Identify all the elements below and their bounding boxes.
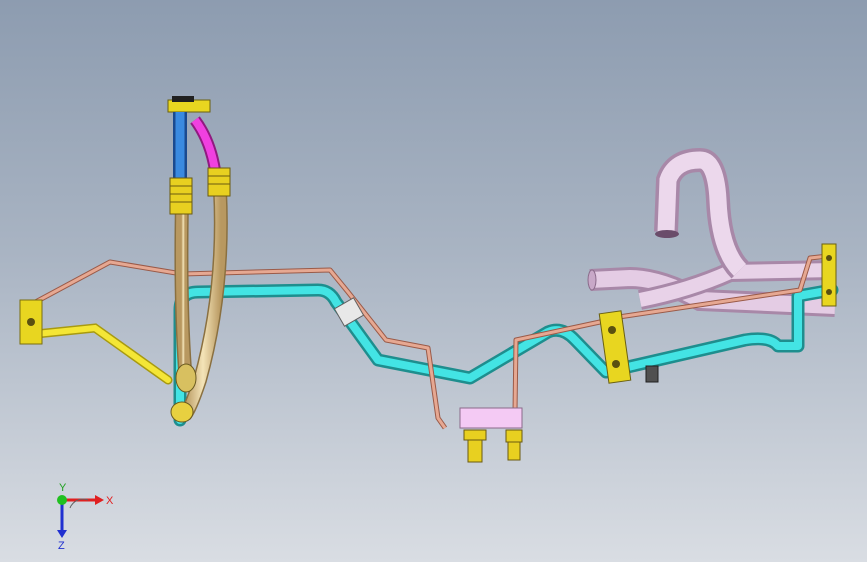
coordinate-triad: X Y Z [57,482,114,552]
yellow-tube[interactable] [19,299,173,385]
tan-hoses[interactable] [170,189,228,423]
tube-assembly-model[interactable] [0,0,867,562]
cad-3d-viewport[interactable]: X Y Z [0,0,867,562]
y-axis-label: Y [59,482,67,494]
mid-right-bracket[interactable] [598,310,659,384]
small-fitting[interactable] [645,365,659,383]
lavender-pipe-assembly[interactable] [587,147,836,317]
top-fittings[interactable] [167,96,231,215]
x-axis-label: X [106,495,114,507]
y-axis-marker [57,495,67,505]
pink-manifold-block[interactable] [459,407,523,463]
z-axis-label: Z [58,540,65,552]
far-right-bracket[interactable] [821,243,837,307]
